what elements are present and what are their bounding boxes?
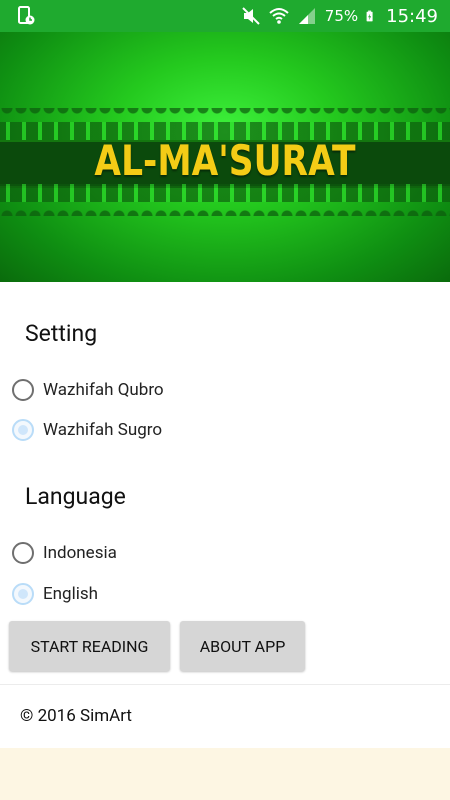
radio-label: Wazhifah Qubro: [43, 380, 164, 400]
header-banner: AL-MA'SURAT: [0, 32, 450, 282]
ornament-band-bottom: [0, 184, 450, 202]
settings-card: Setting Wazhifah Qubro Wazhifah Sugro La…: [0, 282, 450, 748]
about-app-button[interactable]: ABOUT APP: [180, 621, 305, 671]
clock: 15:49: [386, 5, 438, 27]
radio-button[interactable]: [12, 379, 34, 401]
language-heading: Language: [25, 483, 126, 510]
radio-wazhifah-sugro[interactable]: Wazhifah Sugro: [12, 415, 162, 445]
ornament-scallop-top: [0, 108, 450, 122]
battery-percentage: 75%: [324, 7, 359, 25]
radio-wazhifah-qubro[interactable]: Wazhifah Qubro: [12, 375, 164, 405]
mute-icon: [242, 7, 260, 25]
start-reading-button[interactable]: START READING: [9, 621, 170, 671]
radio-label: Indonesia: [43, 543, 117, 563]
radio-indonesia[interactable]: Indonesia: [12, 538, 117, 568]
radio-label: English: [43, 584, 99, 604]
ornament-scallop-bottom: [0, 202, 450, 216]
radio-button-checked[interactable]: [12, 583, 34, 605]
signal-icon: [298, 8, 315, 24]
divider: [0, 684, 450, 685]
radio-button[interactable]: [12, 542, 34, 564]
screenshot-phone-icon: [18, 6, 35, 25]
wifi-icon: [269, 8, 289, 24]
app-title: AL-MA'SURAT: [94, 136, 356, 185]
radio-label: Wazhifah Sugro: [43, 420, 163, 440]
radio-english[interactable]: English: [12, 579, 98, 609]
copyright-text: © 2016 SimArt: [20, 706, 132, 726]
setting-heading: Setting: [25, 320, 98, 347]
status-bar: 75% 15:49: [0, 0, 450, 32]
radio-button-checked[interactable]: [12, 419, 34, 441]
battery-charging-icon: [366, 10, 373, 22]
